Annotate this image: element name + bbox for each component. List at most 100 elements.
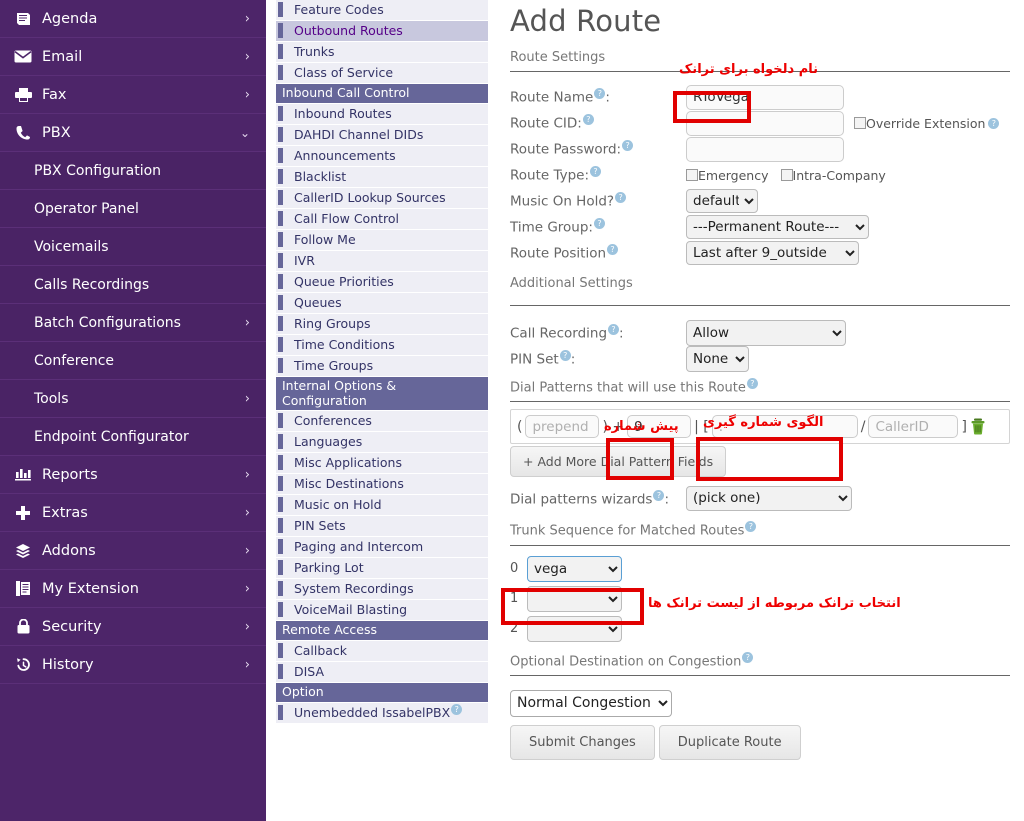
menu-item-queues[interactable]: Queues (276, 293, 488, 314)
menu-item-ring-groups[interactable]: Ring Groups (276, 314, 488, 335)
help-icon[interactable]: ? (622, 140, 634, 152)
sidebar-item-operator-panel[interactable]: Operator Panel (0, 190, 266, 228)
sidebar-item-calls-recordings[interactable]: Calls Recordings (0, 266, 266, 304)
trunk-select-2[interactable] (527, 615, 622, 642)
menu-item-music-on-hold[interactable]: Music on Hold (276, 495, 488, 516)
colon: : (619, 325, 624, 342)
menu-item-ivr[interactable]: IVR (276, 251, 488, 272)
help-icon[interactable]: ? (451, 704, 463, 715)
route-position-select[interactable]: Last after 9_outside (686, 241, 859, 265)
menu-item-disa[interactable]: DISA (276, 662, 488, 683)
menu-item-follow-me[interactable]: Follow Me (276, 230, 488, 251)
menu-item-time-groups[interactable]: Time Groups (276, 356, 488, 377)
menu-item-inbound-routes[interactable]: Inbound Routes (276, 104, 488, 125)
time-group-select[interactable]: ---Permanent Route--- (686, 215, 869, 239)
help-icon[interactable]: ? (745, 521, 757, 533)
menu-item-label: Queues (294, 295, 342, 310)
help-icon[interactable]: ? (594, 88, 606, 100)
help-icon[interactable]: ? (608, 324, 620, 336)
sidebar-item-label: PBX (42, 124, 71, 141)
menu-item-announcements[interactable]: Announcements (276, 146, 488, 167)
menu-item-voicemail-blasting[interactable]: VoiceMail Blasting (276, 600, 488, 621)
menu-item-conferences[interactable]: Conferences (276, 411, 488, 432)
sidebar-item-security[interactable]: Security › (0, 608, 266, 646)
sidebar-item-voicemails[interactable]: Voicemails (0, 228, 266, 266)
time-group-label-text: Time Group: (510, 219, 593, 236)
sidebar-item-label: Fax (42, 86, 67, 103)
help-icon[interactable]: ? (593, 218, 605, 230)
menu-item-pin-sets[interactable]: PIN Sets (276, 516, 488, 537)
menu-item-callback[interactable]: Callback (276, 641, 488, 662)
sidebar-item-pbx-configuration[interactable]: PBX Configuration (0, 152, 266, 190)
dial-patterns-wizards-select[interactable]: (pick one) (686, 485, 852, 511)
dial-prepend-input[interactable] (525, 415, 600, 439)
menu-item-class-of-service[interactable]: Class of Service (276, 63, 488, 84)
menu-item-misc-destinations[interactable]: Misc Destinations (276, 474, 488, 495)
intra-company-checkbox[interactable] (780, 169, 793, 181)
menu-item-label: Announcements (294, 148, 396, 163)
intra-company-label: Intra-Company (792, 167, 886, 183)
delete-icon[interactable] (970, 418, 986, 435)
help-icon[interactable]: ? (590, 166, 602, 178)
trunk-select-0[interactable]: vega (527, 555, 622, 582)
menu-item-label: Follow Me (294, 232, 356, 247)
route-cid-input[interactable] (686, 110, 844, 136)
congestion-destination-select[interactable]: Normal Congestion (510, 689, 672, 717)
sidebar-item-my-extension[interactable]: My Extension › (0, 570, 266, 608)
route-password-input[interactable] (686, 136, 844, 162)
emergency-checkbox[interactable] (686, 169, 698, 181)
help-icon[interactable]: ? (742, 651, 754, 663)
help-icon[interactable]: ? (746, 378, 758, 389)
email-icon (12, 49, 34, 65)
sidebar-item-label: My Extension (42, 580, 139, 597)
help-icon[interactable]: ? (615, 192, 627, 204)
route-name-input[interactable] (686, 84, 844, 110)
help-icon[interactable]: ? (582, 114, 594, 126)
menu-item-system-recordings[interactable]: System Recordings (276, 579, 488, 600)
help-icon[interactable]: ? (559, 350, 571, 362)
sidebar-item-addons[interactable]: Addons › (0, 532, 266, 570)
override-extension-checkbox[interactable] (854, 117, 866, 129)
sidebar-item-tools[interactable]: Tools › (0, 380, 266, 418)
music-on-hold-label: Music On Hold?? (510, 192, 686, 210)
menu-item-call-flow-control[interactable]: Call Flow Control (276, 209, 488, 230)
sidebar-item-pbx[interactable]: PBX ⌄ (0, 114, 266, 152)
call-recording-select[interactable]: Allow (686, 320, 846, 346)
help-icon[interactable]: ? (653, 489, 665, 501)
menu-item-languages[interactable]: Languages (276, 432, 488, 453)
menu-item-time-conditions[interactable]: Time Conditions (276, 335, 488, 356)
menu-item-unembedded-issabelpbx[interactable]: Unembedded IssabelPBX? (276, 703, 488, 725)
menu-item-misc-applications[interactable]: Misc Applications (276, 453, 488, 474)
menu-item-blacklist[interactable]: Blacklist (276, 167, 488, 188)
duplicate-route-button[interactable]: Duplicate Route (658, 724, 801, 760)
menu-item-feature-codes[interactable]: Feature Codes (276, 0, 488, 21)
add-more-dial-pattern-fields-button[interactable]: + Add More Dial Pattern Fields (510, 446, 727, 478)
pin-set-select[interactable]: None (686, 346, 749, 372)
trunk-select-1[interactable] (527, 585, 622, 612)
submit-changes-button[interactable]: Submit Changes (510, 724, 655, 760)
menu-item-queue-priorities[interactable]: Queue Priorities (276, 272, 488, 293)
help-icon[interactable]: ? (607, 244, 619, 256)
sidebar-item-batch-configurations[interactable]: Batch Configurations › (0, 304, 266, 342)
primary-sidebar: Agenda › Email › Fax › PBX ⌄ PBX Configu… (0, 0, 266, 821)
dial-callerid-input[interactable] (868, 415, 959, 439)
sidebar-item-conference[interactable]: Conference (0, 342, 266, 380)
sidebar-item-email[interactable]: Email › (0, 38, 266, 76)
menu-item-callerid-lookup-sources[interactable]: CallerID Lookup Sources (276, 188, 488, 209)
trunk-row-2: 2 (510, 615, 1010, 642)
menu-item-paging-and-intercom[interactable]: Paging and Intercom (276, 537, 488, 558)
menu-item-parking-lot[interactable]: Parking Lot (276, 558, 488, 579)
music-on-hold-select[interactable]: default (686, 189, 758, 213)
menu-item-dahdi-channel-dids[interactable]: DAHDI Channel DIDs (276, 125, 488, 146)
sidebar-item-history[interactable]: History › (0, 646, 266, 684)
sidebar-item-fax[interactable]: Fax › (0, 76, 266, 114)
trunk-sequence-section-label: Trunk Sequence for Matched Routes? (510, 521, 1010, 539)
sidebar-item-agenda[interactable]: Agenda › (0, 0, 266, 38)
sidebar-item-endpoint-configurator[interactable]: Endpoint Configurator (0, 418, 266, 456)
sidebar-item-extras[interactable]: Extras › (0, 494, 266, 532)
menu-item-label: Misc Destinations (294, 476, 404, 491)
help-icon[interactable]: ? (988, 117, 1000, 129)
menu-item-outbound-routes[interactable]: Outbound Routes (276, 21, 488, 42)
menu-item-trunks[interactable]: Trunks (276, 42, 488, 63)
sidebar-item-reports[interactable]: Reports › (0, 456, 266, 494)
